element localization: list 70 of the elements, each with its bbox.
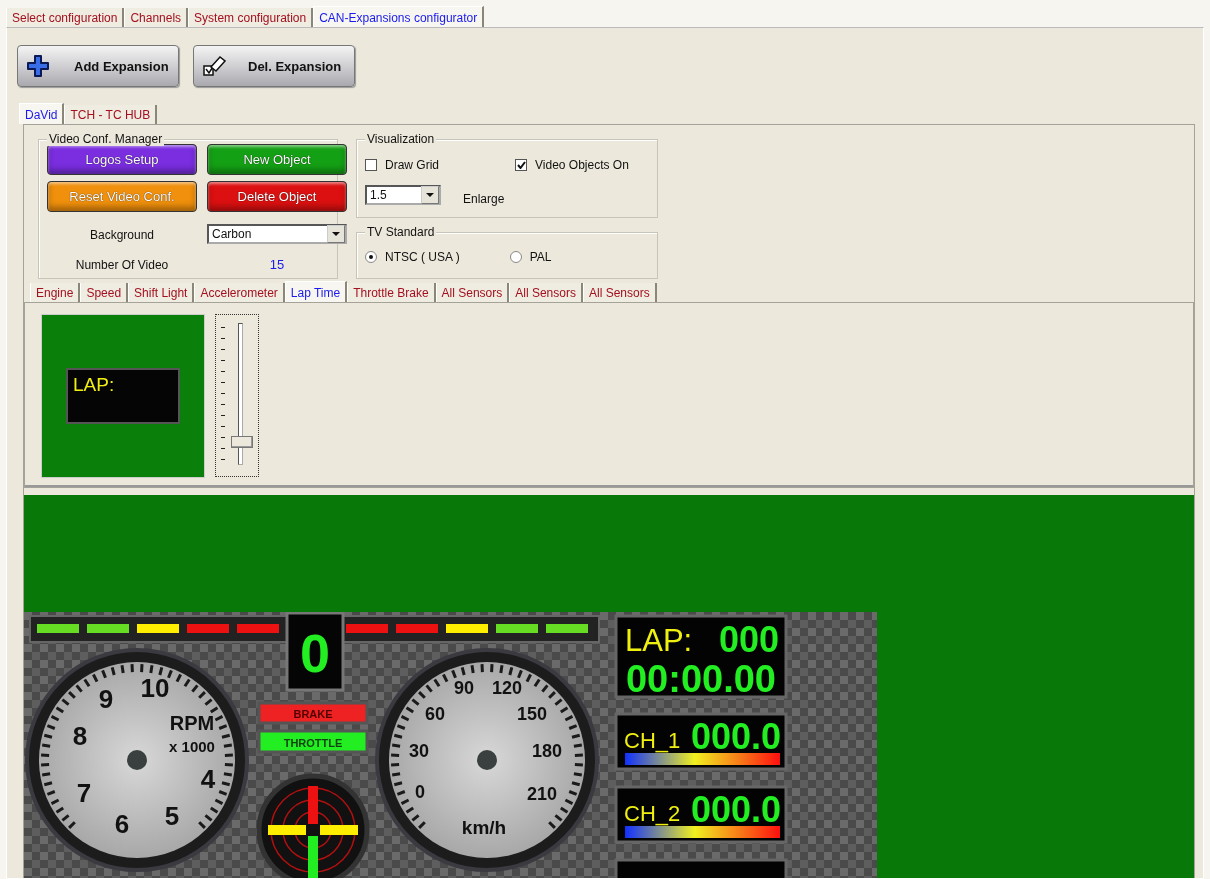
radio-label: PAL — [529, 249, 552, 264]
channel-value: 000.0 — [690, 789, 781, 830]
gauge-number: 120 — [492, 678, 522, 698]
gauge-number: 6 — [114, 809, 130, 839]
tab[interactable]: All Sensors — [509, 283, 583, 302]
channel-value: 000.0 — [690, 716, 781, 757]
gauge-number: 30 — [409, 741, 429, 761]
slider-thumb[interactable] — [231, 436, 253, 448]
tab[interactable]: Shift Light — [128, 283, 195, 302]
gauge-number: 90 — [454, 678, 474, 698]
gauge-number: 10 — [140, 673, 170, 703]
toolbar-button[interactable]: Add Expansion — [17, 45, 179, 87]
video-count: 15 — [268, 257, 286, 273]
vertical-slider[interactable] — [215, 314, 259, 477]
lap-time: 00:00.00 — [626, 658, 776, 700]
checkmark-icon — [516, 161, 526, 170]
checkbox[interactable] — [365, 159, 377, 172]
tab[interactable]: Engine — [30, 283, 81, 302]
caret-icon — [426, 192, 434, 197]
throttle-label: THROTTLE — [283, 737, 343, 749]
gear-value: 0 — [300, 623, 330, 683]
gauge-number: 5 — [164, 801, 180, 831]
tab[interactable]: Select configuration — [6, 8, 125, 27]
dropdown[interactable]: 1.5 — [365, 184, 441, 205]
caret-icon — [332, 231, 340, 236]
tab[interactable]: All Sensors — [435, 283, 510, 302]
gauge-multiplier: x 1000 — [169, 738, 215, 755]
checkbox[interactable] — [515, 159, 527, 172]
channel-name: CH_2 — [624, 801, 681, 826]
checkbox-label: Draw Grid — [385, 158, 439, 173]
action-button[interactable]: Delete Object — [207, 180, 347, 212]
radio-button[interactable] — [509, 250, 522, 263]
gauge-number: 0 — [415, 782, 425, 802]
tab[interactable]: DaVid — [19, 103, 65, 124]
tab[interactable]: All Sensors — [582, 283, 657, 302]
field-label: Enlarge — [463, 192, 506, 207]
gauge-number: 60 — [425, 704, 445, 724]
dropdown[interactable]: Carbon — [207, 223, 347, 244]
lap-object: LAP: — [66, 368, 180, 424]
lap-label: LAP: — [625, 623, 693, 658]
radio-button[interactable] — [365, 250, 377, 263]
tab[interactable]: TCH - TC HUB — [64, 105, 158, 124]
tab[interactable]: Channels — [124, 8, 189, 27]
tab[interactable]: Speed — [80, 283, 129, 302]
gauge-number: 7 — [76, 778, 92, 808]
tab[interactable]: Accelerometer — [194, 283, 285, 302]
group-title: Visualization — [365, 132, 437, 146]
gauge-number: 8 — [72, 721, 88, 751]
field-label: Background — [88, 228, 155, 243]
brake-label: BRAKE — [293, 708, 333, 720]
eraser-icon — [202, 54, 226, 78]
gauge-unit: km/h — [461, 817, 507, 838]
field-label: Number Of Video — [74, 257, 170, 272]
tab[interactable]: CAN-Expansions configurator — [313, 6, 485, 27]
checkbox-label: Video Objects On — [535, 158, 629, 173]
tab[interactable]: Throttle Brake — [347, 283, 436, 302]
radio-label: NTSC ( USA ) — [385, 249, 460, 264]
gauge-number: 9 — [98, 684, 114, 714]
plus-icon — [26, 54, 50, 78]
tab[interactable]: Lap Time — [284, 281, 348, 302]
gauge-number: 4 — [200, 764, 216, 794]
tab[interactable]: System configuration — [188, 8, 314, 27]
group-title: Video Conf. Manager — [47, 132, 165, 146]
gauge-number: 180 — [532, 741, 562, 761]
toolbar-button[interactable]: Del. Expansion — [193, 45, 355, 87]
channel-name: CH_1 — [624, 728, 681, 753]
gauge-unit: RPM — [169, 712, 215, 734]
gauge-number: 210 — [527, 784, 557, 804]
lap-count: 000 — [718, 619, 779, 660]
gauge-number: 150 — [517, 704, 547, 724]
